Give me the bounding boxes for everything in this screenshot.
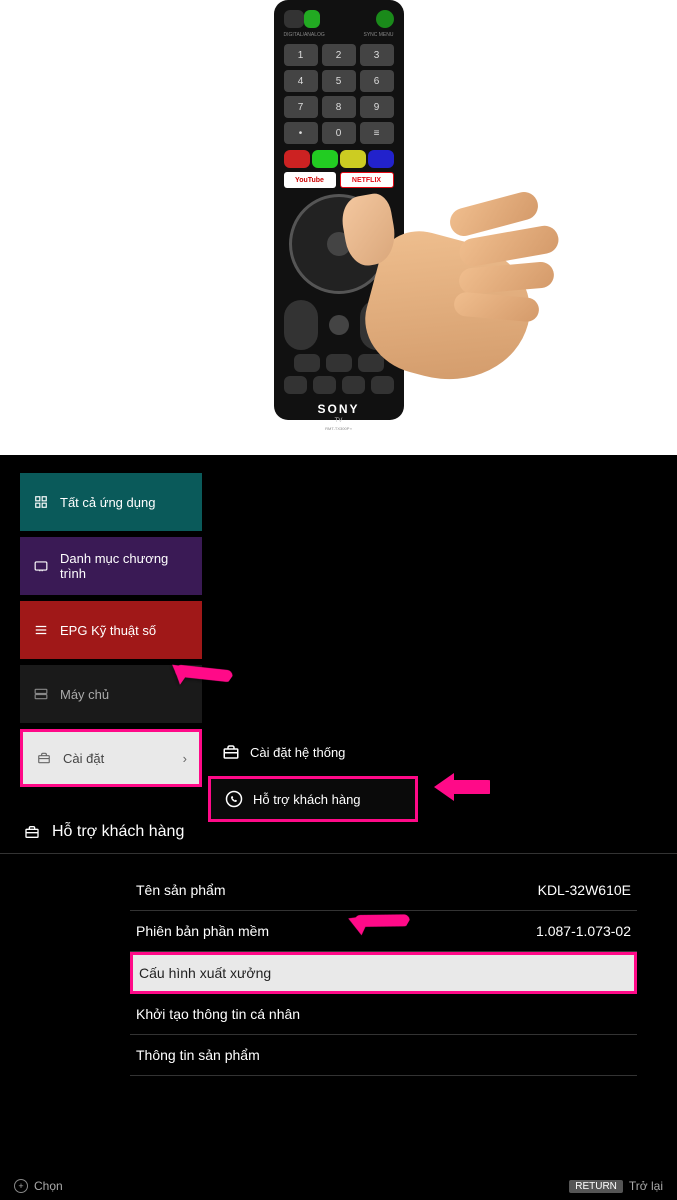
footer-bar: + Chọn RETURN Trở lại	[0, 1172, 677, 1200]
sony-remote: DIGITAL/ANALOGSYNC MENU 123 456 789 •0≡ …	[274, 0, 404, 420]
return-button-label: RETURN	[569, 1180, 623, 1193]
toolbox-icon	[22, 824, 42, 840]
info-row-software-version[interactable]: Phiên bản phần mềm 1.087-1.073-02	[130, 911, 637, 952]
info-label: Tên sản phẩm	[136, 882, 226, 898]
info-label: Cấu hình xuất xưởng	[139, 965, 271, 981]
info-row-product-name[interactable]: Tên sản phẩm KDL-32W610E	[130, 870, 637, 911]
tv-icon	[32, 559, 50, 573]
submenu-customer-support[interactable]: Hỗ trợ khách hàng	[208, 776, 418, 822]
menu-settings[interactable]: Cài đặt ›	[20, 729, 202, 787]
menu-epg[interactable]: EPG Kỹ thuật số	[20, 601, 202, 659]
info-row-reset-personal[interactable]: Khởi tạo thông tin cá nhân	[130, 994, 637, 1035]
info-label: Thông tin sản phẩm	[136, 1047, 260, 1063]
sony-logo: SONY	[284, 402, 394, 416]
submenu-label: Hỗ trợ khách hàng	[253, 792, 361, 807]
remote-photo-section: DIGITAL/ANALOGSYNC MENU 123 456 789 •0≡ …	[0, 0, 677, 455]
menu-server[interactable]: Máy chủ	[20, 665, 202, 723]
info-row-product-info[interactable]: Thông tin sản phẩm	[130, 1035, 637, 1076]
tv-label: TV	[284, 418, 394, 424]
apps-icon	[32, 495, 50, 509]
info-label: Phiên bản phần mềm	[136, 923, 269, 939]
menu-label: Danh mục chương trình	[60, 551, 190, 581]
main-menu: Tất cả ứng dụng Danh mục chương trình EP…	[20, 473, 202, 793]
tv-screen: Tất cả ứng dụng Danh mục chương trình EP…	[0, 455, 677, 1200]
info-label: Khởi tạo thông tin cá nhân	[136, 1006, 300, 1022]
settings-submenu: Cài đặt hệ thống Hỗ trợ khách hàng	[208, 729, 418, 822]
info-row-factory-config[interactable]: Cấu hình xuất xưởng	[130, 952, 637, 994]
menu-all-apps[interactable]: Tất cả ứng dụng	[20, 473, 202, 531]
divider	[0, 853, 677, 854]
panel-header: Hỗ trợ khách hàng	[22, 823, 184, 841]
arrow-annotation	[430, 767, 490, 807]
menu-label: EPG Kỹ thuật số	[60, 623, 156, 638]
power-icon	[376, 10, 394, 28]
list-icon	[32, 623, 50, 637]
menu-label: Cài đặt	[63, 751, 104, 766]
info-value: KDL-32W610E	[538, 882, 631, 898]
menu-category[interactable]: Danh mục chương trình	[20, 537, 202, 595]
youtube-badge: YouTube	[284, 172, 336, 188]
footer-back: Trở lại	[629, 1179, 663, 1193]
select-icon: +	[14, 1179, 28, 1193]
toolbox-icon	[35, 751, 53, 765]
remote-wrap: DIGITAL/ANALOGSYNC MENU 123 456 789 •0≡ …	[219, 0, 459, 455]
phone-icon	[225, 790, 243, 808]
chevron-right-icon: ›	[183, 751, 187, 766]
submenu-system-settings[interactable]: Cài đặt hệ thống	[208, 729, 418, 775]
netflix-badge: NETFLIX	[340, 172, 394, 188]
menu-label: Tất cả ứng dụng	[60, 495, 155, 510]
info-value: 1.087-1.073-02	[536, 923, 631, 939]
menu-label: Máy chủ	[60, 687, 109, 702]
server-icon	[32, 687, 50, 701]
remote-numpad: 123 456 789 •0≡	[284, 44, 394, 144]
toolbox-icon	[222, 743, 240, 761]
remote-dpad	[289, 194, 389, 294]
submenu-label: Cài đặt hệ thống	[250, 745, 345, 760]
footer-select: Chọn	[34, 1179, 63, 1193]
panel-title: Hỗ trợ khách hàng	[52, 823, 184, 841]
support-info-list: Tên sản phẩm KDL-32W610E Phiên bản phần …	[130, 870, 637, 1076]
